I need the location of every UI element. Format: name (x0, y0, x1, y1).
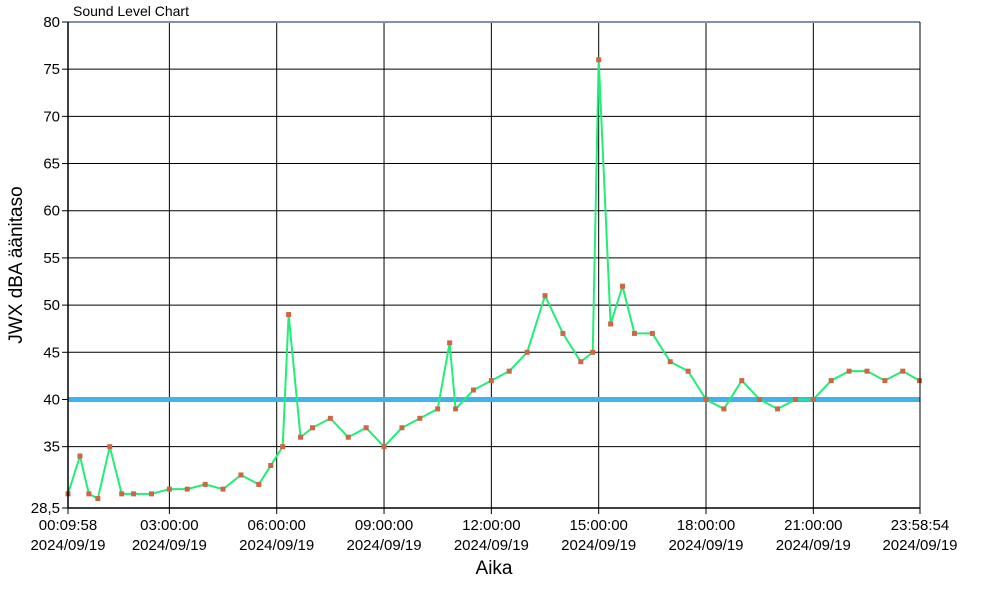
marker-group (65, 57, 922, 502)
x-tick-time: 03:00:00 (140, 517, 198, 534)
data-point-marker (900, 368, 906, 374)
sound-level-chart: 28,5 35 40 45 50 55 60 65 70 75 80 00:09:58 2024/09… (0, 0, 990, 588)
grid (67, 21, 921, 509)
data-point-marker (399, 425, 405, 431)
x-tick-time: 23:58:54 (891, 517, 949, 534)
data-point-marker (119, 491, 125, 497)
x-tick-date: 2024/09/19 (561, 537, 636, 554)
data-point-marker (381, 444, 387, 450)
data-point-marker (148, 491, 154, 497)
x-tick-time: 09:00:00 (355, 517, 413, 534)
data-point-marker (286, 312, 292, 318)
y-tick-label: 45 (43, 344, 60, 361)
data-point-marker (596, 57, 602, 63)
x-axis-label: Aika (476, 558, 513, 579)
data-point-marker (620, 283, 626, 289)
data-point-marker (327, 415, 333, 421)
x-tick-time: 00:09:58 (39, 517, 97, 534)
data-point-marker (345, 434, 351, 440)
data-point-marker (363, 425, 369, 431)
data-point-marker (470, 387, 476, 393)
x-tick-date: 2024/09/19 (132, 537, 207, 554)
y-tick-label: 65 (43, 156, 60, 173)
data-point-marker (435, 406, 441, 412)
chart-canvas: 28,5 35 40 45 50 55 60 65 70 75 80 00:09:58 2024/09… (6, 3, 958, 579)
chart-title: Sound Level Chart (73, 3, 189, 19)
y-tick-label: 70 (43, 108, 60, 125)
data-point-marker (184, 486, 190, 492)
y-tick-labels: 28,5 35 40 45 50 55 60 65 70 75 80 (31, 14, 60, 517)
data-point-marker (864, 368, 870, 374)
y-axis-label: JWX dBA äänitaso (6, 186, 27, 343)
x-tick-time: 06:00:00 (248, 517, 306, 534)
x-tick-date: 2024/09/19 (454, 537, 529, 554)
data-point-marker (256, 481, 262, 487)
data-point-marker (95, 496, 101, 502)
data-point-marker (107, 444, 113, 450)
y-tick-label: 55 (43, 250, 60, 267)
x-tick-labels: 00:09:58 2024/09/19 03:00:00 2024/09/19 06:0… (30, 517, 957, 554)
y-tick-label: 40 (43, 391, 60, 408)
data-point-marker (810, 396, 816, 402)
x-tick-date: 2024/09/19 (346, 537, 421, 554)
y-tick-label: 28,5 (31, 500, 60, 517)
y-tick-label: 75 (43, 61, 60, 78)
data-point-marker (608, 321, 614, 327)
data-point-marker (280, 444, 286, 450)
data-point-marker (631, 330, 637, 336)
y-tick-label: 80 (43, 14, 60, 31)
data-point-marker (309, 425, 315, 431)
data-point-marker (667, 359, 673, 365)
x-tick-date: 2024/09/19 (776, 537, 851, 554)
x-tick-date: 2024/09/19 (668, 537, 743, 554)
x-tick-date: 2024/09/19 (30, 537, 105, 554)
data-point-marker (846, 368, 852, 374)
data-point-marker (560, 330, 566, 336)
y-tick-label: 60 (43, 203, 60, 220)
x-tick-time: 21:00:00 (784, 517, 842, 534)
data-point-marker (506, 368, 512, 374)
data-point-marker (298, 434, 304, 440)
x-tick-time: 15:00:00 (569, 517, 627, 534)
data-point-marker (775, 406, 781, 412)
data-point-marker (757, 396, 763, 402)
x-tick-date: 2024/09/19 (239, 537, 314, 554)
data-point-marker (488, 378, 494, 384)
data-point-marker (542, 293, 548, 299)
data-point-marker (578, 359, 584, 365)
x-tick-time: 18:00:00 (677, 517, 735, 534)
data-point-marker (453, 406, 459, 412)
series-group (67, 59, 920, 501)
data-point-marker (86, 491, 92, 497)
data-point-marker (721, 406, 727, 412)
data-point-marker (882, 378, 888, 384)
x-tick-date: 2024/09/19 (882, 537, 957, 554)
data-point-marker (268, 463, 274, 469)
data-point-marker (417, 415, 423, 421)
data-point-marker (649, 330, 655, 336)
y-tick-label: 50 (43, 297, 60, 314)
data-point-marker (202, 481, 208, 487)
data-point-marker (131, 491, 137, 497)
series-line (67, 59, 920, 501)
data-point-marker (166, 486, 172, 492)
data-point-marker (703, 396, 709, 402)
data-point-marker (524, 349, 530, 355)
y-tick-label: 35 (43, 439, 60, 456)
data-point-marker (220, 486, 226, 492)
data-point-marker (828, 378, 834, 384)
data-point-marker (739, 378, 745, 384)
x-tick-time: 12:00:00 (462, 517, 520, 534)
data-point-marker (916, 378, 922, 384)
data-point-marker (792, 396, 798, 402)
data-point-marker (447, 340, 453, 346)
data-point-marker (685, 368, 691, 374)
data-point-marker (77, 453, 83, 459)
data-point-marker (590, 349, 596, 355)
data-point-marker (238, 472, 244, 478)
